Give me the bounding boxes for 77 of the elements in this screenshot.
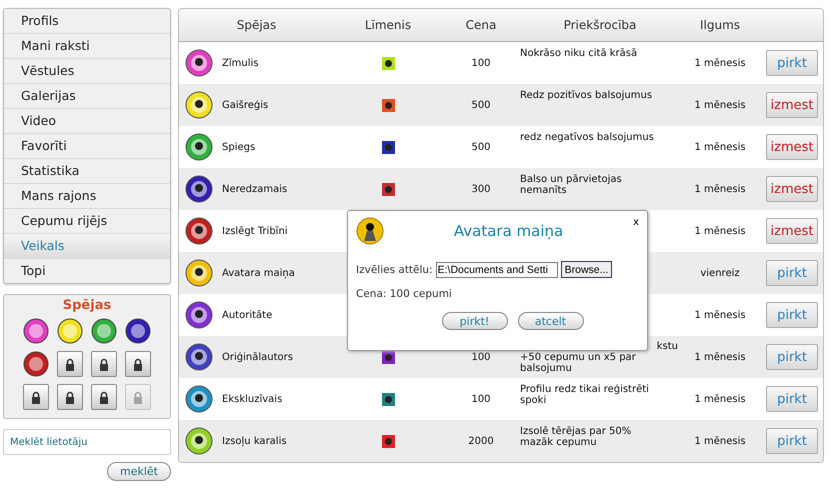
sidebar-item[interactable]: Video	[4, 109, 170, 134]
ability-icon[interactable]	[23, 351, 49, 377]
buy-button[interactable]: pirkt	[766, 386, 818, 412]
sidebar-item[interactable]: Veikals	[4, 234, 170, 259]
column-header: Līmenis	[364, 18, 412, 32]
duration: 1 mēnesis	[694, 58, 746, 68]
column-header: Ilgums	[698, 18, 742, 32]
benefit-text: kstu	[656, 342, 678, 352]
column-header: Cena	[464, 18, 498, 32]
buy-button[interactable]: pirkt	[766, 260, 818, 286]
sidebar-item[interactable]: Mans rajons	[4, 184, 170, 209]
price: 100	[471, 58, 491, 68]
user-search-field[interactable]: Meklēt lietotāju	[3, 429, 171, 455]
duration: 1 mēnesis	[694, 436, 746, 446]
ability-name: Autoritāte	[222, 310, 272, 320]
duration: 1 mēnesis	[694, 352, 746, 362]
price: 300	[471, 184, 491, 194]
benefit-text: Balso un pārvietojas nemanīts	[520, 174, 623, 196]
ability-name: Zīmulis	[222, 58, 258, 68]
duration: 1 mēnesis	[694, 394, 746, 404]
ability-icon[interactable]	[91, 318, 117, 344]
ability-name: Izslēgt Tribīni	[222, 226, 288, 236]
remove-button[interactable]: izmest	[766, 176, 818, 202]
benefit-text: Nokrāso niku citā krāsā	[520, 48, 638, 59]
benefit-text: +50 cepumu un x5 par balsojumu	[520, 352, 637, 374]
duration: 1 mēnesis	[694, 310, 746, 320]
ability-name: Gaišreģis	[222, 100, 268, 110]
sidebar-item[interactable]: Profils	[4, 9, 170, 34]
ability-icon[interactable]	[57, 318, 83, 344]
price-text: Cena: 100 cepumi	[356, 288, 453, 300]
price: 500	[471, 142, 491, 152]
benefit-text: redz negatīvos balsojumus	[520, 132, 655, 143]
column-header: Spējas	[236, 18, 278, 32]
close-button[interactable]: x	[633, 217, 639, 228]
price: 500	[471, 100, 491, 110]
ability-name: Izsoļu karalis	[222, 436, 287, 446]
price: 2000	[468, 436, 494, 446]
file-path-field[interactable]: E:\Documents and Setti	[436, 262, 558, 278]
sidebar-item[interactable]: Topi	[4, 259, 170, 283]
ability-icon[interactable]	[23, 318, 49, 344]
avatar-icon	[356, 217, 384, 245]
benefit-text: Izsolē tērējas par 50% mazāk cepumu	[520, 426, 632, 448]
ability-name: Avatara maiņa	[222, 268, 295, 278]
benefit-text: Profilu redz tikai reģistrēti spoki	[520, 384, 650, 406]
sidebar-item[interactable]: Mani raksti	[4, 34, 170, 59]
column-header: Priekšrocība	[562, 18, 638, 32]
ability-name: Oriģinālautors	[222, 352, 293, 362]
buy-button[interactable]: pirkt	[766, 344, 818, 370]
buy-button[interactable]: pirkt	[766, 302, 818, 328]
buy-button[interactable]: pirkt	[766, 428, 818, 454]
ability-name: Neredzamais	[222, 184, 288, 194]
remove-button[interactable]: izmest	[766, 92, 818, 118]
duration: 1 mēnesis	[694, 184, 746, 194]
duration: 1 mēnesis	[694, 142, 746, 152]
duration: 1 mēnesis	[694, 100, 746, 110]
sidebar-item[interactable]: Galerijas	[4, 84, 170, 109]
duration: 1 mēnesis	[694, 226, 746, 236]
duration: vienreiz	[700, 268, 740, 278]
benefit-text: Redz pozitīvos balsojumus	[520, 90, 654, 101]
buy-button[interactable]: pirkt	[766, 50, 818, 76]
ability-name: Spiegs	[222, 142, 256, 152]
sidebar-item[interactable]: Statistika	[4, 159, 170, 184]
ability-icon[interactable]	[125, 318, 151, 344]
sidebar-item[interactable]: Favorīti	[4, 134, 170, 159]
sidebar-item[interactable]: Vēstules	[4, 59, 170, 84]
field-label: Izvēlies attēlu:	[356, 264, 433, 276]
dialog-title: Avatara maiņa	[452, 222, 564, 240]
browse-button[interactable]: Browse...	[560, 261, 612, 278]
price: 100	[471, 352, 491, 362]
dialog-button[interactable]: pirkt!	[442, 312, 508, 330]
price: 100	[471, 394, 491, 404]
ability-name: Ekskluzīvais	[222, 394, 282, 404]
remove-button[interactable]: izmest	[766, 134, 818, 160]
panel-title: Spējas	[62, 298, 112, 313]
dialog-button[interactable]: atcelt	[518, 312, 584, 330]
remove-button[interactable]: izmest	[766, 218, 818, 244]
search-button[interactable]: meklēt	[107, 462, 171, 481]
